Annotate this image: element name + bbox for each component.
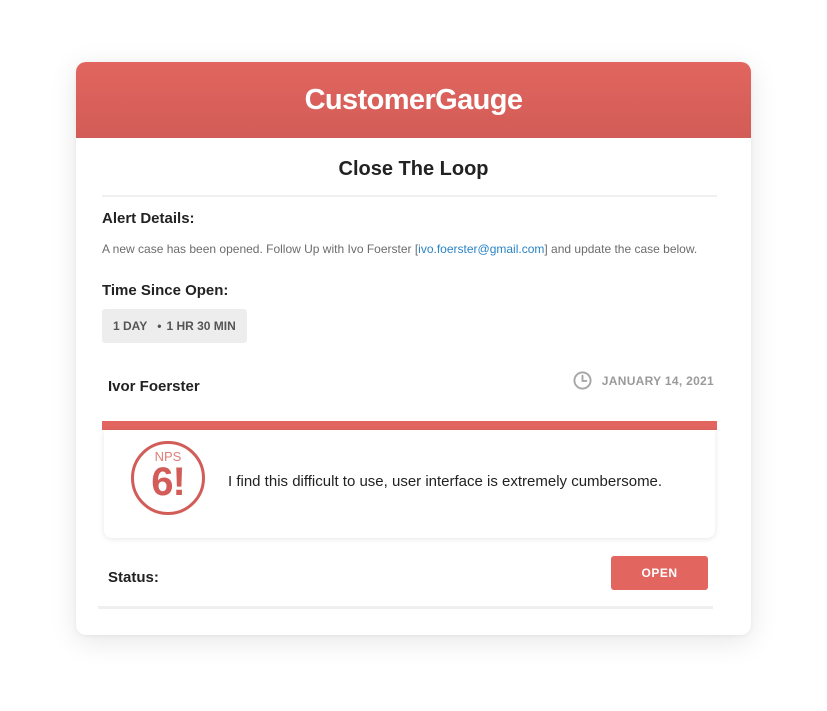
time-separator: • [157, 319, 162, 333]
time-since-open-chip: 1 DAY • 1 HR 30 MIN [102, 309, 247, 343]
status-label: Status: [108, 569, 159, 586]
title-divider [102, 195, 717, 197]
status-divider [98, 606, 713, 609]
email-link[interactable]: ivo.foerster@gmail.com [418, 242, 544, 256]
close-the-loop-card: CustomerGauge Close The Loop Alert Detai… [76, 62, 751, 635]
nps-score: 6! [151, 460, 186, 504]
response-comment: I find this difficult to use, user inter… [228, 473, 663, 490]
time-days: 1 DAY [113, 319, 148, 333]
date-text: JANUARY 14, 2021 [601, 373, 714, 388]
nps-badge: NPS 6! [131, 441, 205, 515]
customer-name: Ivor Foerster [108, 378, 200, 395]
alert-details-text: A new case has been opened. Follow Up wi… [102, 242, 697, 256]
page-title: Close The Loop [338, 158, 489, 180]
alert-details-label: Alert Details: [102, 210, 195, 227]
time-since-open-label: Time Since Open: [102, 282, 229, 299]
alert-text-before: A new case has been opened. Follow Up wi… [102, 242, 419, 256]
response-accent-bar [102, 421, 717, 430]
response-date: JANUARY 14, 2021 [573, 371, 714, 390]
status-open-button[interactable]: OPEN [611, 556, 708, 590]
brand-logo: CustomerGauge [304, 83, 523, 116]
brand-header: CustomerGauge [76, 62, 751, 138]
clock-icon [573, 371, 592, 390]
alert-text-after: ] and update the case below. [544, 242, 698, 256]
time-hours: 1 HR 30 MIN [166, 319, 236, 333]
response-card: NPS 6! I find this difficult to use, use… [104, 430, 715, 538]
